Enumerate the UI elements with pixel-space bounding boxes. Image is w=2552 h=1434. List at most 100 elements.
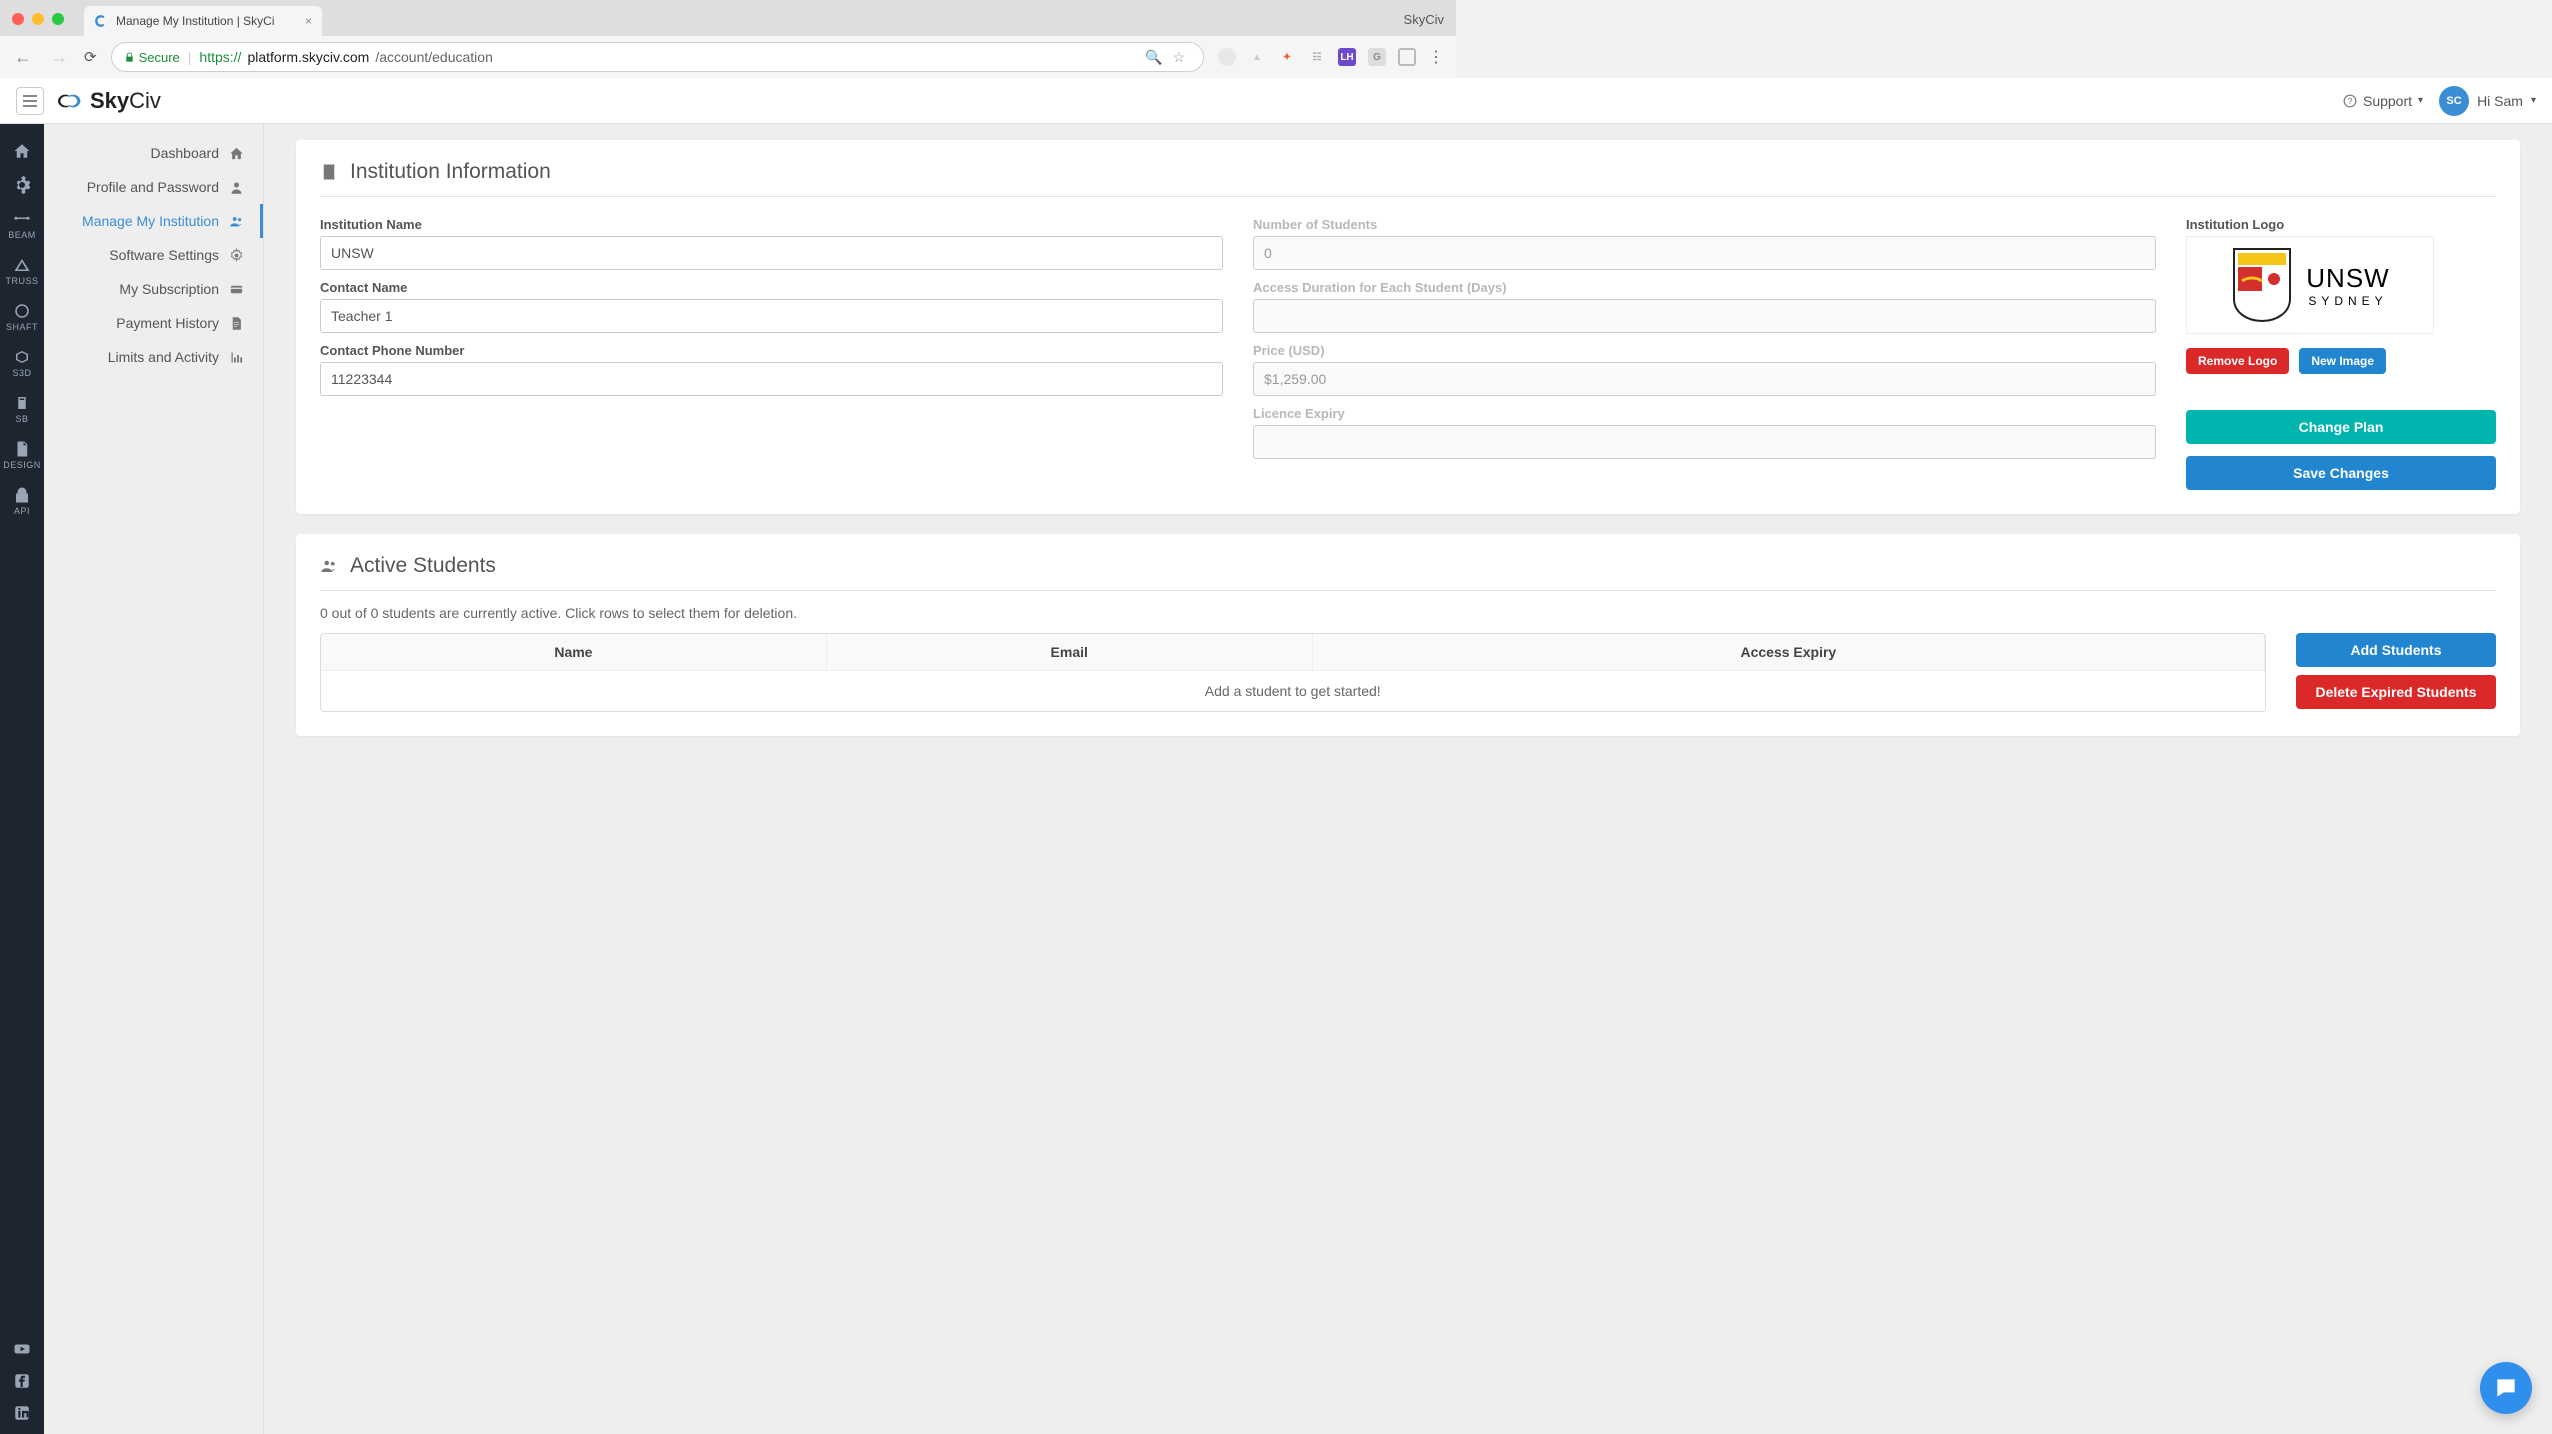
ext-icon-6[interactable]: G	[1368, 48, 1386, 66]
sidebar-s3d[interactable]: S3D	[12, 340, 31, 386]
remove-logo-button[interactable]: Remove Logo	[2186, 348, 2289, 374]
input-expiry	[1253, 425, 2156, 459]
ext-icon-4[interactable]: ☷	[1308, 48, 1326, 66]
empty-row: Add a student to get started!	[321, 671, 2265, 712]
ext-icon-7[interactable]	[1398, 48, 1416, 66]
linkedin-icon[interactable]	[13, 1404, 31, 1422]
input-phone[interactable]	[320, 362, 1223, 396]
tab-close-icon[interactable]: ×	[305, 14, 312, 28]
ext-icon-1[interactable]	[1218, 48, 1236, 66]
tab-title: Manage My Institution | SkyCi	[116, 14, 275, 28]
support-dropdown[interactable]: ? Support ▾	[2343, 93, 2423, 109]
window-close[interactable]	[12, 13, 24, 25]
help-icon: ?	[2343, 94, 2357, 108]
add-students-button[interactable]: Add Students	[2296, 633, 2496, 667]
label-contact: Contact Name	[320, 280, 1223, 295]
input-duration	[1253, 299, 2156, 333]
user-menu[interactable]: SC Hi Sam ▾	[2439, 86, 2536, 116]
content: Institution Information Institution Name…	[264, 124, 2552, 1434]
sidebar-truss[interactable]: TRUSS	[5, 248, 38, 294]
menu-toggle-button[interactable]	[16, 87, 44, 115]
lock-icon	[124, 52, 135, 63]
bookmark-icon[interactable]: ☆	[1172, 49, 1185, 66]
sidebar-beam[interactable]: BEAM	[8, 202, 36, 248]
window-app-name: SkyCiv	[1404, 12, 1444, 27]
ext-icon-2[interactable]: ▲	[1248, 48, 1266, 66]
sidebar-home[interactable]	[13, 134, 31, 168]
label-inst-name: Institution Name	[320, 217, 1223, 232]
logo-text-main: UNSW	[2306, 263, 2389, 294]
users-icon	[320, 557, 338, 575]
browser-chrome: Manage My Institution | SkyCi × SkyCiv ←…	[0, 0, 1456, 78]
chrome-menu-icon[interactable]: ⋮	[1428, 47, 1444, 67]
students-title: Active Students	[320, 554, 2496, 591]
input-students	[1253, 236, 2156, 270]
secure-badge: Secure	[124, 50, 180, 65]
nav-subscription[interactable]: My Subscription	[44, 272, 263, 306]
ext-icon-3[interactable]: ✦	[1278, 48, 1296, 66]
label-logo: Institution Logo	[2186, 217, 2496, 232]
user-icon	[229, 180, 244, 195]
nav-dashboard[interactable]: Dashboard	[44, 136, 263, 170]
url-host: platform.skyciv.com	[247, 49, 369, 65]
browser-tab[interactable]: Manage My Institution | SkyCi ×	[84, 6, 322, 36]
window-minimize[interactable]	[32, 13, 44, 25]
chat-widget[interactable]	[2480, 1362, 2532, 1414]
sidebar-api[interactable]: API	[13, 478, 31, 524]
app-sidebar: BEAM TRUSS SHAFT S3D SB DESIGN API	[0, 124, 44, 1434]
svg-text:?: ?	[2348, 96, 2353, 105]
building-icon	[320, 163, 338, 181]
label-phone: Contact Phone Number	[320, 343, 1223, 358]
facebook-icon[interactable]	[13, 1372, 31, 1390]
table-row: Add a student to get started!	[321, 671, 2265, 712]
nav-limits[interactable]: Limits and Activity	[44, 340, 263, 374]
avatar: SC	[2439, 86, 2469, 116]
new-image-button[interactable]: New Image	[2299, 348, 2386, 374]
app-root: SkyCiv ? Support ▾ SC Hi Sam ▾ BEAM TRUS…	[0, 78, 2552, 1434]
label-students: Number of Students	[1253, 217, 2156, 232]
address-bar[interactable]: Secure | https://platform.skyciv.com/acc…	[111, 42, 1204, 72]
support-label: Support	[2363, 93, 2412, 109]
sidebar-shaft[interactable]: SHAFT	[6, 294, 38, 340]
gear-icon	[229, 248, 244, 263]
th-name: Name	[321, 634, 826, 671]
brand-logo[interactable]: SkyCiv	[54, 88, 161, 114]
sidebar-settings[interactable]	[13, 168, 31, 202]
sidebar-sb[interactable]: SB	[13, 386, 31, 432]
window-maximize[interactable]	[52, 13, 64, 25]
input-price	[1253, 362, 2156, 396]
input-inst-name[interactable]	[320, 236, 1223, 270]
address-bar-row: ← → ⟳ Secure | https://platform.skyciv.c…	[0, 36, 1456, 78]
label-duration: Access Duration for Each Student (Days)	[1253, 280, 2156, 295]
sidebar-design[interactable]: DESIGN	[3, 432, 41, 478]
card-icon	[229, 282, 244, 297]
label-price: Price (USD)	[1253, 343, 2156, 358]
institution-title: Institution Information	[320, 160, 2496, 197]
institution-card: Institution Information Institution Name…	[296, 140, 2520, 514]
delete-students-button[interactable]: Delete Expired Students	[2296, 675, 2496, 709]
greeting: Hi Sam	[2477, 93, 2523, 109]
zoom-icon[interactable]: 🔍	[1145, 49, 1162, 66]
save-changes-button[interactable]: Save Changes	[2186, 456, 2496, 490]
ext-icon-5[interactable]: LH	[1338, 48, 1356, 66]
nav-back-icon[interactable]: ←	[12, 47, 34, 68]
nav-software[interactable]: Software Settings	[44, 238, 263, 272]
students-table: Name Email Access Expiry Add a student t…	[320, 633, 2266, 712]
chevron-down-icon: ▾	[2418, 95, 2423, 106]
change-plan-button[interactable]: Change Plan	[2186, 410, 2496, 444]
nav-institution[interactable]: Manage My Institution	[44, 204, 263, 238]
students-status: 0 out of 0 students are currently active…	[320, 605, 2496, 621]
nav-payment[interactable]: Payment History	[44, 306, 263, 340]
youtube-icon[interactable]	[13, 1340, 31, 1358]
home-icon	[229, 146, 244, 161]
nav-profile[interactable]: Profile and Password	[44, 170, 263, 204]
nav-forward-icon: →	[48, 47, 70, 68]
unsw-crest-icon	[2230, 245, 2294, 325]
label-expiry: Licence Expiry	[1253, 406, 2156, 421]
input-contact[interactable]	[320, 299, 1223, 333]
logo-text-sub: SYDNEY	[2306, 294, 2389, 308]
reload-icon[interactable]: ⟳	[84, 48, 97, 66]
chat-icon	[2493, 1375, 2519, 1401]
url-scheme: https://	[199, 49, 241, 65]
chevron-down-icon: ▾	[2531, 95, 2536, 106]
